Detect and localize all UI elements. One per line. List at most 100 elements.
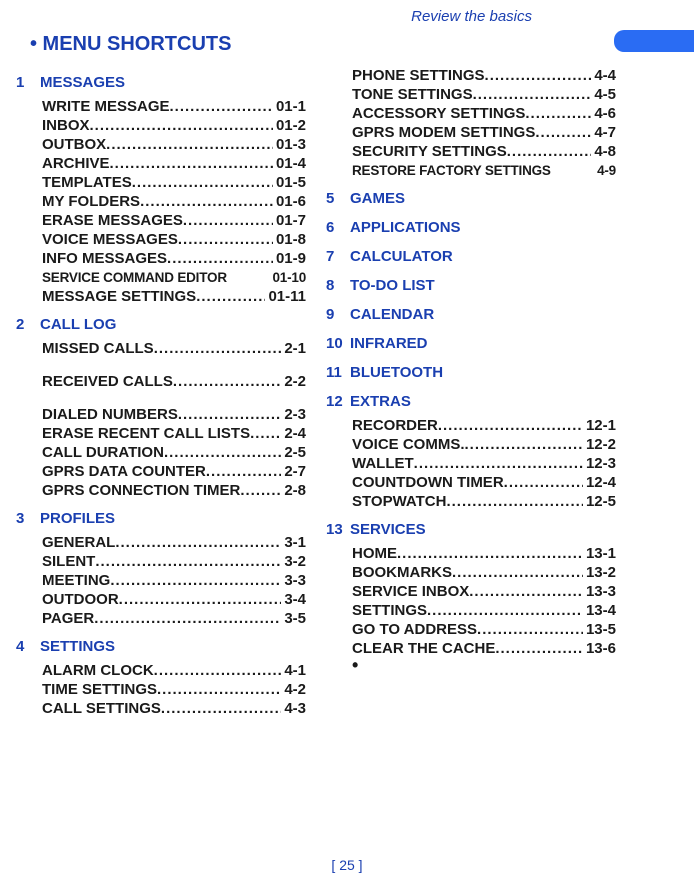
- section-items: MISSED CALLS2-1RECEIVED CALLS2-2DIALED N…: [42, 339, 306, 500]
- leader-dots: [115, 533, 281, 552]
- right-column: PHONE SETTINGS4-4TONE SETTINGS4-5ACCESSO…: [326, 66, 616, 720]
- menu-item: GO TO ADDRESS13-5: [352, 620, 616, 639]
- menu-item: CLEAR THE CACHE13-6: [352, 639, 616, 658]
- section-number: 3: [16, 510, 40, 527]
- menu-item-label: PAGER: [42, 609, 94, 628]
- document-page: Review the basics • MENU SHORTCUTS 1MESS…: [0, 0, 694, 879]
- menu-item: VOICE COMMS.12-2: [352, 435, 616, 454]
- leader-dots: [495, 639, 583, 658]
- menu-item: MY FOLDERS 01-6: [42, 192, 306, 211]
- section-name: APPLICATIONS: [350, 219, 461, 236]
- menu-item: SERVICE COMMAND EDITOR01-10: [42, 268, 306, 287]
- leader-dots: [250, 424, 281, 443]
- menu-item-code: 4-9: [594, 161, 616, 180]
- menu-item: ALARM CLOCK4-1: [42, 661, 306, 680]
- menu-item: PAGER 3-5: [42, 609, 306, 628]
- section-heading: 11BLUETOOTH: [326, 364, 616, 381]
- section-number: 6: [326, 219, 350, 236]
- menu-item: HOME13-1: [352, 544, 616, 563]
- menu-item-label: VOICE COMMS.: [352, 435, 465, 454]
- menu-item: ERASE RECENT CALL LISTS 2-4: [42, 424, 306, 443]
- menu-item: TEMPLATES01-5: [42, 173, 306, 192]
- menu-item: SECURITY SETTINGS4-8: [352, 142, 616, 161]
- section-heading: 13SERVICES: [326, 521, 616, 538]
- menu-item: RECEIVED CALLS2-2: [42, 372, 306, 391]
- menu-item-label: BOOKMARKS: [352, 563, 452, 582]
- menu-item-label: INFO MESSAGES: [42, 249, 167, 268]
- menu-item-label: CALL SETTINGS: [42, 699, 161, 718]
- leader-dots: [473, 85, 592, 104]
- menu-item-code: 4-1: [281, 661, 306, 680]
- leader-dots: [535, 123, 591, 142]
- menu-item-code: 4-4: [591, 66, 616, 85]
- section-number: 13: [326, 521, 350, 538]
- menu-item-code: 2-4: [281, 424, 306, 443]
- menu-item-label: WRITE MESSAGE: [42, 97, 170, 116]
- section-name: SETTINGS: [40, 638, 115, 655]
- menu-item-label: SERVICE COMMAND EDITOR: [42, 268, 227, 287]
- menu-item-label: GPRS MODEM SETTINGS: [352, 123, 535, 142]
- spacer: [42, 358, 306, 372]
- leader-dots: [161, 699, 281, 718]
- menu-item-code: 01-7: [273, 211, 306, 230]
- menu-item-code: 2-5: [281, 443, 306, 462]
- leader-dots: [452, 563, 583, 582]
- leader-dots: [94, 609, 281, 628]
- menu-item-code: 2-7: [281, 462, 306, 481]
- leader-dots: [95, 552, 281, 571]
- menu-item-label: TIME SETTINGS: [42, 680, 157, 699]
- leader-dots: [525, 104, 591, 123]
- menu-item-label: SERVICE INBOX: [352, 582, 469, 601]
- menu-item-label: HOME: [352, 544, 397, 563]
- menu-item-label: TONE SETTINGS: [352, 85, 473, 104]
- leader-dots: [173, 372, 281, 391]
- menu-item-label: MEETING: [42, 571, 110, 590]
- section-name: INFRARED: [350, 335, 428, 352]
- section-number: 4: [16, 638, 40, 655]
- main-heading: • MENU SHORTCUTS: [30, 33, 682, 56]
- section-heading: 8TO-DO LIST: [326, 277, 616, 294]
- section-items: ALARM CLOCK4-1TIME SETTINGS4-2CALL SETTI…: [42, 661, 306, 718]
- leader-dots: [196, 287, 265, 306]
- section-name: BLUETOOTH: [350, 364, 443, 381]
- leader-dots: [140, 192, 273, 211]
- menu-item-label: ERASE MESSAGES: [42, 211, 183, 230]
- page-number: [ 25 ]: [0, 857, 694, 873]
- menu-item-label: ARCHIVE: [42, 154, 110, 173]
- leader-dots: [178, 405, 281, 424]
- leader-dots: [157, 680, 281, 699]
- leader-dots: [485, 66, 592, 85]
- section-items: WRITE MESSAGE01-1INBOX01-2OUTBOX01-3ARCH…: [42, 97, 306, 306]
- menu-item-code: 3-5: [281, 609, 306, 628]
- menu-item-label: DIALED NUMBERS: [42, 405, 178, 424]
- leader-dots: [106, 135, 273, 154]
- menu-item-code: 01-6: [273, 192, 306, 211]
- menu-item-label: ERASE RECENT CALL LISTS: [42, 424, 250, 443]
- menu-item-code: 01-3: [273, 135, 306, 154]
- section-number: 1: [16, 74, 40, 91]
- leader-dots: [397, 544, 583, 563]
- menu-item-label: RESTORE FACTORY SETTINGS: [352, 161, 551, 180]
- menu-item-label: CALL DURATION: [42, 443, 164, 462]
- leader-dots: [446, 492, 583, 511]
- section-items: PHONE SETTINGS4-4TONE SETTINGS4-5ACCESSO…: [352, 66, 616, 180]
- menu-item: OUTBOX01-3: [42, 135, 306, 154]
- menu-item: DIALED NUMBERS2-3: [42, 405, 306, 424]
- menu-item-label: VOICE MESSAGES: [42, 230, 178, 249]
- menu-item-code: 3-2: [281, 552, 306, 571]
- section-heading: 12EXTRAS: [326, 393, 616, 410]
- leader-dots: [438, 416, 583, 435]
- menu-item: OUTDOOR3-4: [42, 590, 306, 609]
- menu-item-label: MY FOLDERS: [42, 192, 140, 211]
- menu-item: CALL DURATION 2-5: [42, 443, 306, 462]
- menu-item: PHONE SETTINGS4-4: [352, 66, 616, 85]
- menu-item: GENERAL3-1: [42, 533, 306, 552]
- leader-dots: [206, 462, 281, 481]
- menu-item-label: MESSAGE SETTINGS: [42, 287, 196, 306]
- section-number: 11: [326, 364, 350, 381]
- leader-dots: [240, 481, 281, 500]
- section-name: MESSAGES: [40, 74, 125, 91]
- menu-item-code: 13-5: [583, 620, 616, 639]
- section-name: TO-DO LIST: [350, 277, 435, 294]
- section-heading: 7CALCULATOR: [326, 248, 616, 265]
